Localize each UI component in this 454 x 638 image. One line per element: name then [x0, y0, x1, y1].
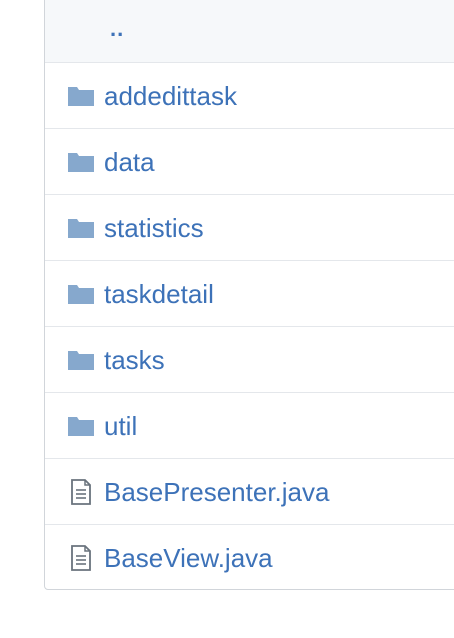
- entry-link[interactable]: BaseView.java: [104, 545, 273, 571]
- entry-link[interactable]: util: [104, 413, 137, 439]
- folder-icon: [66, 414, 96, 438]
- list-item-taskdetail[interactable]: taskdetail: [45, 261, 454, 327]
- list-item-tasks[interactable]: tasks: [45, 327, 454, 393]
- folder-icon: [66, 282, 96, 306]
- list-item-basepresenter[interactable]: BasePresenter.java: [45, 459, 454, 525]
- folder-icon: [66, 348, 96, 372]
- entry-link[interactable]: addedittask: [104, 83, 237, 109]
- list-item-util[interactable]: util: [45, 393, 454, 459]
- folder-icon: [66, 150, 96, 174]
- list-item-addedittask[interactable]: addedittask: [45, 63, 454, 129]
- entry-link[interactable]: tasks: [104, 347, 165, 373]
- folder-icon: [66, 84, 96, 108]
- parent-directory-link[interactable]: ..: [110, 17, 124, 40]
- list-item-data[interactable]: data: [45, 129, 454, 195]
- parent-directory-row[interactable]: ..: [45, 0, 454, 63]
- entry-link[interactable]: taskdetail: [104, 281, 214, 307]
- list-item-baseview[interactable]: BaseView.java: [45, 525, 454, 591]
- file-icon: [66, 478, 96, 505]
- entry-link[interactable]: BasePresenter.java: [104, 479, 329, 505]
- file-icon: [66, 545, 96, 571]
- entry-link[interactable]: data: [104, 149, 155, 175]
- folder-icon: [66, 216, 96, 240]
- list-item-statistics[interactable]: statistics: [45, 195, 454, 261]
- entry-link[interactable]: statistics: [104, 215, 204, 241]
- file-list: .. addedittask data statistics taskdetai…: [44, 0, 454, 590]
